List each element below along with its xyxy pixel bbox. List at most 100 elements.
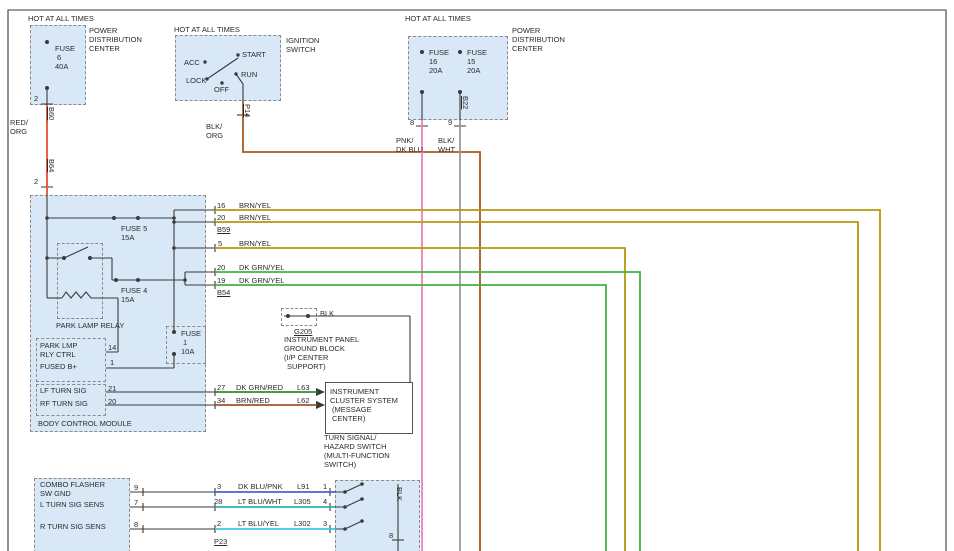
fused-b-label: FUSED B+ — [40, 362, 77, 371]
pdc-right-title-3: CENTER — [512, 44, 543, 53]
ignition-pos-run: RUN — [241, 70, 257, 79]
wire-label-blk-org-2: ORG — [206, 131, 223, 140]
switch-row3-swpin: 3 — [323, 519, 327, 528]
wire-label-red-org-2: ORG — [10, 127, 27, 136]
switch-row1-swpin: 1 — [323, 482, 327, 491]
feed-row5-color: DK GRN/YEL — [239, 276, 284, 285]
flasher-pin-7: 7 — [134, 498, 138, 507]
feed-row4-pin: 20 — [217, 263, 225, 272]
fuse5-label-2: 15A — [121, 233, 134, 242]
fuse15-label-2: 15 — [467, 57, 475, 66]
fuse6-label-1: FUSE — [55, 44, 75, 53]
switch-row3-pin: 2 — [217, 519, 221, 528]
pdc-left-pin: 2 — [34, 94, 38, 103]
pin-21: 21 — [108, 384, 116, 393]
pin-1: 1 — [110, 358, 114, 367]
cluster-row2-circuit: L62 — [297, 396, 310, 405]
pdc-right-pin8: 8 — [410, 118, 414, 127]
switch-row3-circuit: L302 — [294, 519, 311, 528]
ignition-pos-lock: LOCK — [186, 76, 206, 85]
ignition-pos-off: OFF — [214, 85, 229, 94]
fuse1-label-3: 10A — [181, 347, 194, 356]
arrow-into-cluster-1 — [316, 388, 325, 396]
connector-b60: B60 — [47, 107, 56, 120]
wire-label-pnk-1: PNK/ — [396, 136, 414, 145]
wire-label-pnk-2: DK BLU — [396, 145, 423, 154]
rly-ctrl-label-2: RLY CTRL — [40, 350, 76, 359]
ignition-title-2: SWITCH — [286, 45, 316, 54]
lf-turn-sig-label: LF TURN SIG — [40, 386, 87, 395]
wire-brn-yel — [215, 210, 880, 551]
fuse15-label-1: FUSE — [467, 48, 487, 57]
flasher-pin-8: 8 — [134, 520, 138, 529]
pdc-right-box — [408, 36, 508, 120]
turn-signal-switch-box — [335, 480, 420, 551]
flasher-item3: R TURN SIG SENS — [40, 522, 106, 531]
cluster-title-1: INSTRUMENT — [330, 387, 379, 396]
flasher-item1-2: SW GND — [40, 489, 71, 498]
feed-row5-pin: 19 — [217, 276, 225, 285]
hot-label-mid: HOT AT ALL TIMES — [174, 25, 240, 34]
switch-row1-color: DK BLU/PNK — [238, 482, 283, 491]
ground-title-1: INSTRUMENT PANEL — [284, 335, 359, 344]
connector-b54: B54 — [217, 288, 230, 297]
cluster-row2-color: BRN/RED — [236, 396, 270, 405]
park-lamp-relay-box — [57, 243, 103, 319]
fuse16-label-2: 16 — [429, 57, 437, 66]
ground-block-box — [281, 308, 317, 326]
fuse6-label-2: 6 — [57, 53, 61, 62]
connector-b64: B64 — [47, 159, 56, 172]
pdc-right-title-2: DISTRIBUTION — [512, 35, 565, 44]
switch-row2-swpin: 4 — [323, 497, 327, 506]
feed-row2-color: BRN/YEL — [239, 213, 271, 222]
flasher-item2: L TURN SIG SENS — [40, 500, 104, 509]
flasher-pin-9: 9 — [134, 483, 138, 492]
switch-title-2: HAZARD SWITCH — [324, 442, 387, 451]
connector-b59: B59 — [217, 225, 230, 234]
switch-row2-pin: 28 — [214, 497, 222, 506]
ground-title-2: GROUND BLOCK — [284, 344, 345, 353]
feed-row2-pin: 20 — [217, 213, 225, 222]
switch-row2-circuit: L305 — [294, 497, 311, 506]
cluster-row1-color: DK GRN/RED — [236, 383, 283, 392]
pin-20: 20 — [108, 397, 116, 406]
bcm-top-pin: 2 — [34, 177, 38, 186]
pdc-right-pin9: 9 — [448, 118, 452, 127]
cluster-title-2: CLUSTER SYSTEM — [330, 396, 398, 405]
arrow-into-cluster-2 — [316, 401, 325, 409]
fuse4-label-1: FUSE 4 — [121, 286, 147, 295]
fuse1-label-2: 1 — [183, 338, 187, 347]
ground-wire-label: BLK — [320, 309, 334, 318]
ignition-pos-acc: ACC — [184, 58, 200, 67]
feed-row1-color: BRN/YEL — [239, 201, 271, 210]
rf-turn-sig-label: RF TURN SIG — [40, 399, 88, 408]
switch-title-4: SWITCH) — [324, 460, 356, 469]
switch-gnd-wire-label: BLK — [395, 487, 404, 501]
wire-label-blk-org-1: BLK/ — [206, 122, 222, 131]
ignition-title-1: IGNITION — [286, 36, 319, 45]
cluster-title-3: (MESSAGE — [332, 405, 372, 414]
fuse1-label-1: FUSE — [181, 329, 201, 338]
ground-title-3: (I/P CENTER — [284, 353, 328, 362]
connector-p23: P23 — [214, 537, 227, 546]
fuse16-label-1: FUSE — [429, 48, 449, 57]
feed-row3-pin: 5 — [218, 239, 222, 248]
wiring-diagram-canvas: HOT AT ALL TIMES HOT AT ALL TIMES HOT AT… — [0, 0, 954, 551]
park-lamp-relay-label: PARK LAMP RELAY — [56, 321, 124, 330]
ignition-pos-start: START — [242, 50, 266, 59]
wire-label-red-org-1: RED/ — [10, 118, 28, 127]
pin-14: 14 — [108, 343, 116, 352]
cluster-row2-pin: 34 — [217, 396, 225, 405]
wire-dk-grn-yel — [215, 272, 640, 551]
switch-gnd-pin: 8 — [389, 531, 393, 540]
switch-row1-pin: 3 — [217, 482, 221, 491]
rly-ctrl-label-1: PARK LMP — [40, 341, 77, 350]
connector-p14: P14 — [243, 104, 252, 117]
fuse4-label-2: 15A — [121, 295, 134, 304]
pdc-right-title-1: POWER — [512, 26, 540, 35]
cluster-row1-pin: 27 — [217, 383, 225, 392]
pdc-left-title-1: POWER — [89, 26, 117, 35]
connector-b22: B22 — [461, 96, 470, 109]
switch-title-3: (MULTI-FUNCTION — [324, 451, 390, 460]
switch-title-1: TURN SIGNAL/ — [324, 433, 377, 442]
